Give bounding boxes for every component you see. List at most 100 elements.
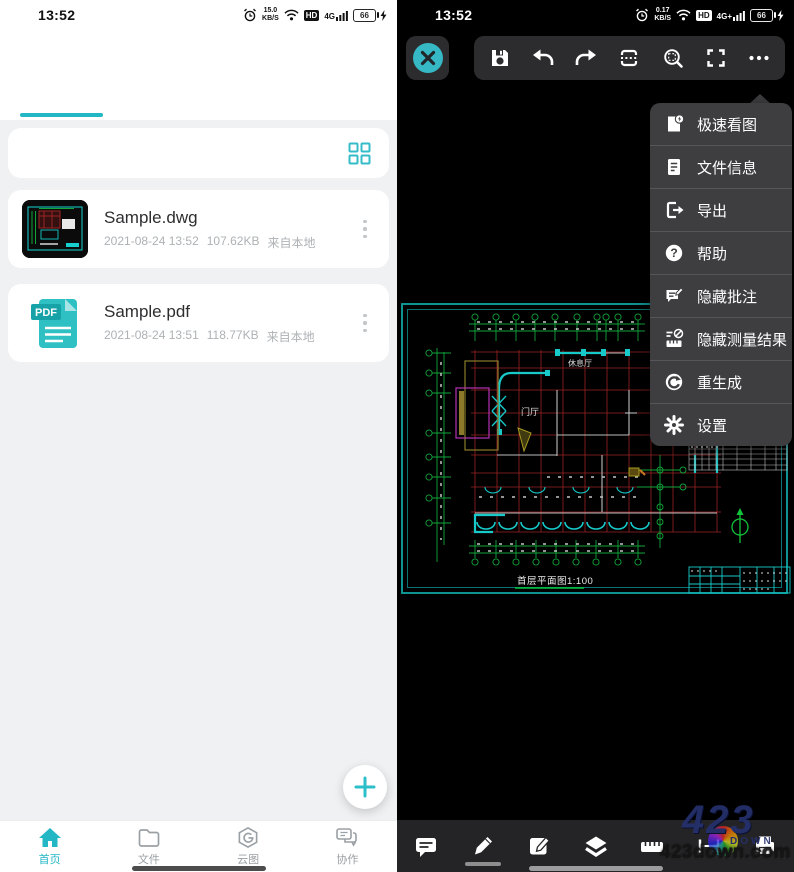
hide-annotation-icon bbox=[663, 285, 685, 307]
redo-button[interactable] bbox=[569, 40, 603, 76]
more-menu: 极速看图 文件信息 导出 ? 帮助 隐藏批注 隐藏测量结果 重生成 设置 bbox=[650, 103, 792, 446]
battery-indicator: 66 bbox=[353, 9, 387, 22]
room-label-lounge: 休息厅 bbox=[568, 358, 592, 368]
tan-strip bbox=[459, 391, 464, 435]
menu-item-hide-annotations[interactable]: 隐藏批注 bbox=[650, 274, 792, 317]
room-label-hall: 门厅 bbox=[521, 406, 539, 417]
add-file-button[interactable] bbox=[343, 765, 387, 809]
close-icon bbox=[412, 42, 444, 74]
save-button[interactable] bbox=[483, 40, 517, 76]
alarm-icon bbox=[243, 8, 257, 22]
charging-bolt-icon bbox=[380, 10, 387, 21]
stair-widget bbox=[629, 468, 639, 476]
active-tool-indicator bbox=[465, 862, 501, 866]
cloud-logo-icon bbox=[236, 826, 260, 849]
file-info: Sample.pdf 2021-08-24 13:51118.77KB来自本地 bbox=[88, 302, 355, 345]
layout-section-button[interactable] bbox=[612, 40, 646, 76]
right-screen: 休息厅 门厅 首层平面图1:100 13:52 0.17KB/S HD 4G+ … bbox=[397, 0, 794, 872]
more-button[interactable] bbox=[742, 40, 776, 76]
more-icon bbox=[747, 47, 771, 69]
menu-item-hide-measurements[interactable]: 隐藏测量结果 bbox=[650, 317, 792, 360]
undo-button[interactable] bbox=[526, 40, 560, 76]
folder-icon bbox=[137, 826, 161, 849]
chat-bubbles-icon bbox=[335, 826, 360, 849]
svg-text:?: ? bbox=[670, 246, 677, 260]
cell-signal: 4G bbox=[324, 10, 348, 21]
file-row-pdf[interactable]: PDF Sample.pdf 2021-08-24 13:51118.77KB来… bbox=[8, 284, 389, 362]
layers-icon bbox=[583, 834, 609, 859]
gesture-pill bbox=[132, 866, 266, 871]
comment-tool-button[interactable] bbox=[405, 824, 447, 868]
pdf-file-icon: PDF bbox=[22, 294, 88, 352]
layers-button[interactable] bbox=[575, 824, 617, 868]
wifi-icon bbox=[676, 9, 691, 21]
redo-icon bbox=[574, 47, 598, 69]
undo-icon bbox=[531, 47, 555, 69]
wifi-icon bbox=[284, 9, 299, 21]
file-meta: 2021-08-24 13:52107.62KB来自本地 bbox=[104, 234, 355, 251]
layout-section-icon bbox=[618, 47, 640, 69]
network-speed: 0.17KB/S bbox=[654, 7, 671, 22]
zoom-select-button[interactable] bbox=[656, 40, 690, 76]
file-info-icon bbox=[663, 156, 685, 178]
active-tab-underline bbox=[20, 113, 103, 117]
home-icon bbox=[38, 826, 62, 849]
hide-measure-icon bbox=[663, 328, 685, 350]
nav-cloud-drawings[interactable]: 云图 bbox=[199, 821, 298, 872]
drawing-toolbar bbox=[474, 36, 785, 80]
menu-item-fast-view[interactable]: 极速看图 bbox=[650, 103, 792, 145]
left-screen: 13:52 15.0KB/S HD 4G 66 浩辰CAD看图王 bbox=[0, 0, 397, 872]
hd-badge: HD bbox=[304, 10, 320, 21]
menu-item-regenerate[interactable]: 重生成 bbox=[650, 360, 792, 403]
hd-badge: HD bbox=[696, 10, 712, 21]
menu-item-export[interactable]: 导出 bbox=[650, 188, 792, 231]
menu-item-help[interactable]: ? 帮助 bbox=[650, 231, 792, 274]
plus-icon bbox=[354, 776, 376, 798]
nav-home[interactable]: 首页 bbox=[0, 821, 99, 872]
file-name: Sample.dwg bbox=[104, 208, 355, 228]
pencil-tool-button[interactable] bbox=[462, 824, 504, 868]
help-icon: ? bbox=[663, 242, 685, 264]
battery-indicator: 66 bbox=[750, 9, 784, 22]
alarm-icon bbox=[635, 8, 649, 22]
fullscreen-button[interactable] bbox=[699, 40, 733, 76]
gesture-pill bbox=[529, 866, 663, 871]
nav-files[interactable]: 文件 bbox=[99, 821, 198, 872]
fast-view-icon bbox=[663, 113, 685, 135]
file-menu-button[interactable] bbox=[355, 306, 375, 340]
pencil-icon bbox=[470, 833, 496, 859]
edit-icon bbox=[526, 833, 552, 859]
save-icon bbox=[489, 47, 511, 69]
charging-bolt-icon bbox=[777, 10, 784, 21]
watermark-number: 423 bbox=[682, 800, 755, 840]
close-drawing-button[interactable] bbox=[406, 36, 449, 80]
left-status-bar: 13:52 15.0KB/S HD 4G 66 bbox=[0, 0, 397, 30]
file-info: Sample.dwg 2021-08-24 13:52107.62KB来自本地 bbox=[88, 208, 355, 251]
bottom-nav: 首页 文件 云图 协作 bbox=[0, 820, 397, 872]
watermark: 423 DOWN 423down.com bbox=[658, 804, 794, 870]
right-status-bar: 13:52 0.17KB/S HD 4G+ 66 bbox=[397, 0, 794, 30]
fullscreen-icon bbox=[705, 47, 727, 69]
nav-collaboration[interactable]: 协作 bbox=[298, 821, 397, 872]
export-icon bbox=[663, 199, 685, 221]
plan-caption: 首层平面图1:100 bbox=[517, 575, 593, 587]
file-row-dwg[interactable]: Sample.dwg 2021-08-24 13:52107.62KB来自本地 bbox=[8, 190, 389, 268]
watermark-site: 423down.com bbox=[660, 842, 791, 864]
cell-signal: 4G+ bbox=[717, 10, 745, 21]
network-speed: 15.0KB/S bbox=[262, 7, 279, 22]
pdf-badge-label: PDF bbox=[35, 307, 57, 319]
regenerate-icon bbox=[663, 371, 685, 393]
list-header-card[interactable] bbox=[8, 128, 389, 178]
menu-item-settings[interactable]: 设置 bbox=[650, 403, 792, 446]
file-menu-button[interactable] bbox=[355, 212, 375, 246]
zoom-select-icon bbox=[662, 47, 684, 69]
dwg-thumbnail bbox=[22, 200, 88, 258]
file-name: Sample.pdf bbox=[104, 302, 355, 322]
clock: 13:52 bbox=[435, 7, 472, 23]
edit-tool-button[interactable] bbox=[518, 824, 560, 868]
comment-icon bbox=[413, 834, 439, 859]
menu-item-file-info[interactable]: 文件信息 bbox=[650, 145, 792, 188]
grid-view-icon[interactable] bbox=[348, 142, 371, 165]
file-meta: 2021-08-24 13:51118.77KB来自本地 bbox=[104, 328, 355, 345]
clock: 13:52 bbox=[38, 7, 75, 23]
